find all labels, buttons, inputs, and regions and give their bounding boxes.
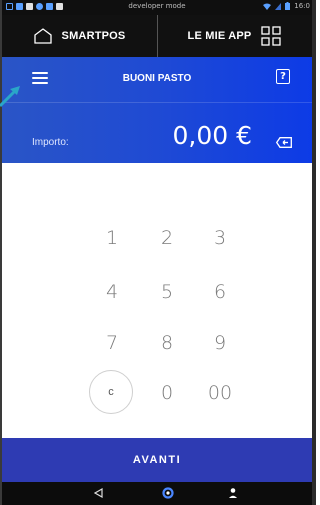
status-right-icons: 16:0: [263, 2, 310, 10]
key-0[interactable]: 0: [144, 373, 190, 413]
smartpos-home-button[interactable]: SMARTPOS: [2, 15, 158, 57]
status-bar: developer mode 16:0: [2, 0, 312, 15]
circle-home-icon[interactable]: [162, 487, 174, 499]
grid-four-squares-icon: [261, 26, 282, 46]
avanti-button[interactable]: AVANTI: [2, 438, 312, 482]
battery-icon: [285, 2, 291, 10]
amount-value: 0,00 €: [172, 121, 252, 150]
key-1[interactable]: 1: [89, 218, 135, 258]
key-3[interactable]: 3: [197, 218, 243, 258]
clear-key[interactable]: c: [89, 370, 133, 414]
app-screen: developer mode 16:0 SMARTPOS LE MIE APP: [0, 0, 316, 505]
my-apps-button[interactable]: LE MIE APP: [157, 15, 312, 57]
amount-label: Importo:: [32, 137, 69, 148]
triangle-back-icon[interactable]: [94, 488, 103, 498]
clock: 16:0: [294, 2, 310, 10]
key-5[interactable]: 5: [144, 272, 190, 312]
person-icon[interactable]: [228, 487, 238, 499]
smartpos-label: SMARTPOS: [61, 30, 126, 42]
top-app-bar: SMARTPOS LE MIE APP: [2, 15, 312, 57]
pointer-arrow-icon: [0, 86, 20, 108]
system-nav-bar: [2, 482, 312, 505]
key-8[interactable]: 8: [144, 323, 190, 363]
key-9[interactable]: 9: [197, 323, 243, 363]
wifi-icon: [263, 3, 272, 10]
numeric-keypad: 1 2 3 4 5 6 7 8 9 c 0 00: [2, 163, 312, 433]
key-4[interactable]: 4: [89, 272, 135, 312]
house-outline-icon: [33, 28, 52, 44]
signal-icon: [275, 2, 282, 10]
key-7[interactable]: 7: [89, 323, 135, 363]
my-apps-label: LE MIE APP: [187, 30, 252, 42]
device-bezel-right: [312, 0, 316, 505]
key-6[interactable]: 6: [197, 272, 243, 312]
backspace-icon[interactable]: [276, 137, 292, 148]
payment-header: BUONI PASTO ? Importo: 0,00 €: [2, 57, 312, 163]
help-question-icon[interactable]: ?: [276, 69, 290, 84]
page-title: BUONI PASTO: [122, 73, 192, 84]
key-00[interactable]: 00: [197, 373, 243, 413]
header-divider: [2, 102, 312, 103]
key-2[interactable]: 2: [144, 218, 190, 258]
